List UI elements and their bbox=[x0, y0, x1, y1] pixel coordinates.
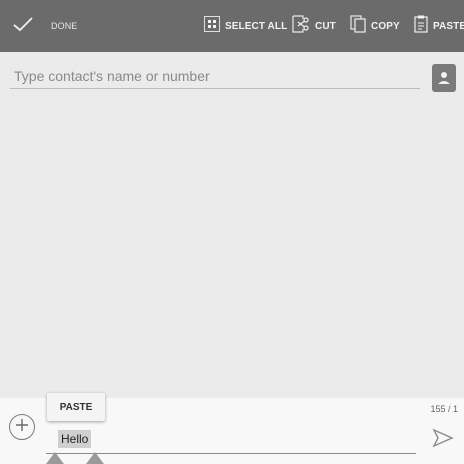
paste-icon bbox=[414, 15, 428, 38]
contact-picker-button[interactable] bbox=[432, 64, 456, 92]
message-input[interactable]: Hello bbox=[58, 430, 92, 448]
cut-icon bbox=[292, 14, 310, 38]
check-icon bbox=[12, 16, 34, 37]
paste-popup-button[interactable]: PASTE bbox=[47, 393, 105, 421]
recipient-field bbox=[10, 66, 426, 89]
select-all-icon bbox=[204, 15, 220, 37]
message-thread bbox=[0, 96, 464, 396]
paste-button[interactable]: PASTE bbox=[414, 0, 464, 52]
character-counter: 155 / 1 bbox=[430, 404, 458, 414]
send-icon bbox=[432, 428, 454, 452]
cut-label: CUT bbox=[315, 20, 336, 32]
select-all-label: SELECT ALL bbox=[225, 20, 288, 32]
paste-popup-label: PASTE bbox=[59, 401, 93, 413]
copy-icon bbox=[350, 14, 366, 38]
selection-end-handle[interactable] bbox=[86, 452, 104, 464]
recipient-input[interactable] bbox=[10, 66, 426, 86]
done-button[interactable]: DONE bbox=[12, 0, 77, 52]
text-selection-action-bar: DONE SELECT ALL CUT COPY PASTE bbox=[0, 0, 464, 52]
cut-button[interactable]: CUT bbox=[292, 0, 336, 52]
copy-button[interactable]: COPY bbox=[350, 0, 400, 52]
done-label: DONE bbox=[51, 21, 78, 31]
plus-circle-icon bbox=[15, 418, 29, 437]
copy-label: COPY bbox=[371, 20, 400, 32]
attach-button[interactable] bbox=[9, 414, 35, 440]
send-button[interactable] bbox=[432, 428, 454, 448]
paste-label: PASTE bbox=[433, 20, 464, 32]
select-all-button[interactable]: SELECT ALL bbox=[204, 0, 287, 52]
contact-card-icon bbox=[432, 72, 456, 96]
selection-start-handle[interactable] bbox=[46, 452, 64, 464]
